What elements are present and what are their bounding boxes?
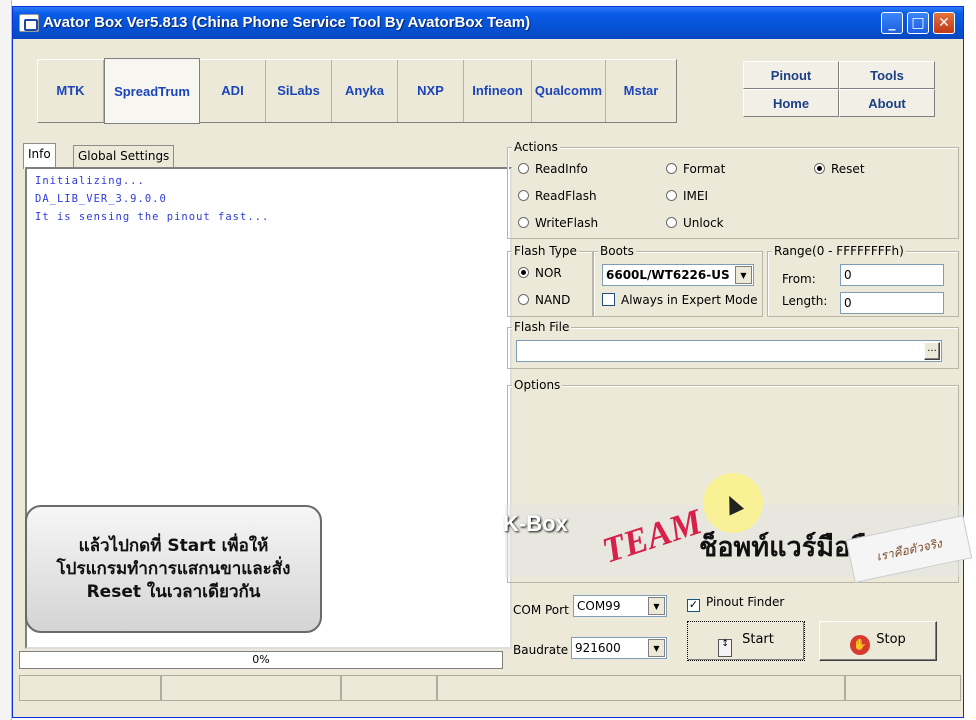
status-panel	[341, 675, 437, 701]
boots-label: Boots	[598, 244, 636, 258]
radio-dot	[518, 217, 529, 228]
pinout-button[interactable]: Pinout	[743, 61, 839, 89]
length-label: Length:	[782, 294, 828, 308]
status-panel	[845, 675, 961, 701]
main-window: Avator Box Ver5.813 (China Phone Service…	[12, 6, 973, 718]
tab-spreadtrum[interactable]: SpreadTrum	[104, 58, 200, 124]
radio-dot	[666, 190, 677, 201]
flash-file-label: Flash File	[512, 320, 572, 334]
callout-line: โปรแกรมทำการแสกนขาและสั่ง	[56, 559, 291, 579]
radio-readinfo[interactable]: ReadInfo	[518, 162, 588, 176]
radio-reset[interactable]: Reset	[814, 162, 865, 176]
chevron-down-icon[interactable]: ▼	[735, 266, 752, 284]
log-line: It is sensing the pinout fast...	[35, 211, 270, 223]
actions-label: Actions	[512, 140, 560, 154]
from-label: From:	[782, 272, 816, 286]
vendor-tab-strip: MTK SpreadTrum ADI SiLabs Anyka NXP Infi…	[37, 58, 677, 124]
chevron-down-icon[interactable]: ▼	[648, 639, 665, 657]
radio-dot	[518, 163, 529, 174]
radio-dot	[666, 217, 677, 228]
window-title: Avator Box Ver5.813 (China Phone Service…	[43, 14, 531, 31]
watermark-kbox: K-Box	[503, 511, 568, 536]
check-icon: ✓	[687, 598, 700, 612]
pinout-finder-checkbox[interactable]: ✓ Pinout Finder	[687, 595, 784, 612]
length-input[interactable]: 0	[840, 292, 944, 314]
stop-icon: ✋	[850, 635, 871, 655]
radio-dot	[666, 163, 677, 174]
radio-dot-selected	[814, 163, 825, 174]
radio-nand[interactable]: NAND	[518, 293, 570, 307]
flash-type-group: Flash Type NOR NAND	[507, 244, 593, 317]
log-line: Initializing...	[35, 175, 145, 187]
status-panel	[161, 675, 341, 701]
from-input[interactable]: 0	[840, 264, 944, 286]
com-port-label: COM Port	[513, 603, 569, 617]
start-icon: ↕	[718, 639, 733, 657]
tab-mtk[interactable]: MTK	[38, 60, 104, 122]
callout-line: Reset ในเวลาเดียวกัน	[86, 582, 261, 602]
close-button[interactable]: ✕	[933, 12, 955, 34]
radio-dot	[518, 190, 529, 201]
actions-group: Actions ReadInfo Format Reset ReadFlash …	[507, 140, 959, 239]
home-button[interactable]: Home	[743, 89, 839, 117]
tab-global-settings[interactable]: Global Settings	[73, 145, 175, 167]
baudrate-label: Baudrate	[513, 643, 569, 657]
app-icon	[19, 14, 39, 32]
range-group: Range(0 - FFFFFFFFh) From: 0 Length: 0	[767, 244, 959, 317]
boots-group: Boots 6600L/WT6226-US ▼ Always in Expert…	[593, 244, 763, 317]
tab-silabs[interactable]: SiLabs	[266, 60, 332, 122]
boots-select[interactable]: 6600L/WT6226-US ▼	[602, 264, 754, 286]
flash-file-group: Flash File ...	[507, 320, 959, 369]
tab-mstar[interactable]: Mstar	[606, 60, 676, 122]
tab-infineon[interactable]: Infineon	[464, 60, 532, 122]
radio-dot-selected	[518, 267, 529, 278]
log-line: DA_LIB_VER_3.9.0.0	[35, 193, 167, 205]
flash-file-input[interactable]	[516, 340, 942, 362]
baudrate-select[interactable]: 921600 ▼	[571, 637, 667, 659]
options-label: Options	[512, 378, 563, 392]
radio-unlock[interactable]: Unlock	[666, 216, 724, 230]
com-port-select[interactable]: COM99 ▼	[573, 595, 667, 617]
minimize-button[interactable]: _	[881, 12, 903, 34]
radio-dot	[518, 294, 529, 305]
radio-imei[interactable]: IMEI	[666, 189, 708, 203]
progress-bar: 0%	[19, 651, 503, 669]
start-button[interactable]: ↕ Start	[687, 621, 805, 661]
progress-text: 0%	[252, 653, 270, 666]
status-panel	[19, 675, 161, 701]
status-panel	[437, 675, 845, 701]
about-button[interactable]: About	[839, 89, 935, 117]
radio-nor[interactable]: NOR	[518, 266, 562, 280]
tab-info[interactable]: Info	[23, 143, 56, 169]
maximize-button[interactable]: □	[907, 12, 929, 34]
instruction-callout: แล้วไปกดที่ Start เพื่อให้ โปรแกรมทำการแ…	[25, 505, 322, 633]
background-window-edge	[0, 0, 12, 720]
expert-mode-checkbox[interactable]: Always in Expert Mode	[602, 293, 757, 307]
callout-line: แล้วไปกดที่ Start เพื่อให้	[78, 536, 269, 556]
browse-button[interactable]: ...	[924, 342, 940, 360]
tools-button[interactable]: Tools	[839, 61, 935, 89]
flash-type-label: Flash Type	[512, 244, 579, 258]
title-bar[interactable]: Avator Box Ver5.813 (China Phone Service…	[13, 7, 963, 39]
stop-button[interactable]: ✋ Stop	[819, 621, 937, 661]
tab-qualcomm[interactable]: Qualcomm	[532, 60, 606, 122]
tab-nxp[interactable]: NXP	[398, 60, 464, 122]
tab-anyka[interactable]: Anyka	[332, 60, 398, 122]
radio-writeflash[interactable]: WriteFlash	[518, 216, 598, 230]
tab-adi[interactable]: ADI	[200, 60, 266, 122]
radio-readflash[interactable]: ReadFlash	[518, 189, 597, 203]
radio-format[interactable]: Format	[666, 162, 725, 176]
checkbox-box	[602, 293, 615, 306]
chevron-down-icon[interactable]: ▼	[648, 597, 665, 615]
range-label: Range(0 - FFFFFFFFh)	[772, 244, 906, 258]
